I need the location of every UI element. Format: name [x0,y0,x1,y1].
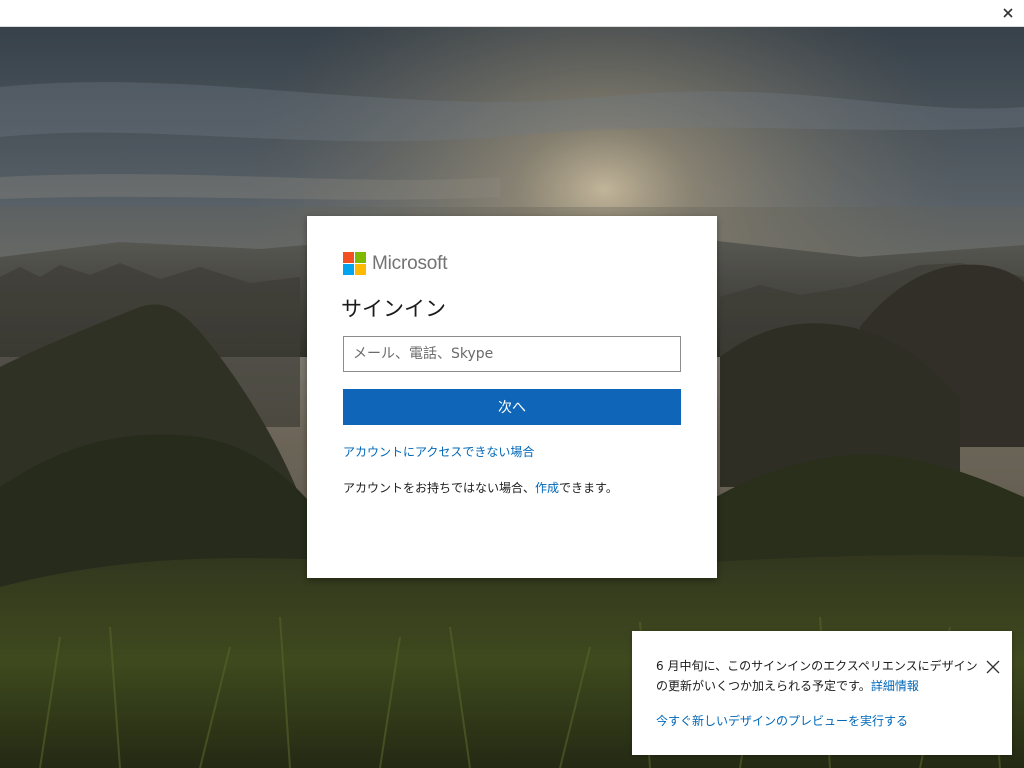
next-button[interactable]: 次へ [343,389,681,425]
signin-card: Microsoft サインイン 次へ アカウントにアクセスできない場合 アカウン… [307,216,717,578]
design-update-notice: 6 月中旬に、このサインインのエクスペリエンスにデザインの更新がいくつか加えられ… [632,631,1012,755]
signin-window: Microsoft サインイン 次へ アカウントにアクセスできない場合 アカウン… [0,0,1024,768]
no-account-text: アカウントをお持ちではない場合、作成できます。 [343,479,618,496]
email-field[interactable] [343,336,681,372]
notice-message: 6 月中旬に、このサインインのエクスペリエンスにデザインの更新がいくつか加えられ… [656,656,986,696]
notice-close-button[interactable] [984,658,1002,676]
close-icon [1003,8,1013,18]
logo-square-yellow [355,264,366,275]
close-icon [986,660,1000,674]
microsoft-logo: Microsoft [343,252,447,275]
cant-access-account-link[interactable]: アカウントにアクセスできない場合 [343,443,534,460]
microsoft-logo-icon [343,252,366,275]
logo-square-green [355,252,366,263]
notice-text: 6 月中旬に、このサインインのエクスペリエンスにデザインの更新がいくつか加えられ… [656,659,978,693]
logo-square-red [343,252,354,263]
page-title: サインイン [341,297,446,321]
details-link[interactable]: 詳細情報 [871,679,919,693]
logo-square-blue [343,264,354,275]
no-account-suffix: できます。 [559,481,618,495]
window-close-button[interactable] [998,3,1018,23]
preview-new-design-link[interactable]: 今すぐ新しいデザインのプレビューを実行する [656,712,908,729]
no-account-prefix: アカウントをお持ちではない場合、 [343,481,536,495]
logo-text: Microsoft [372,252,448,274]
title-bar [0,0,1024,27]
create-account-link[interactable]: 作成 [535,481,559,495]
